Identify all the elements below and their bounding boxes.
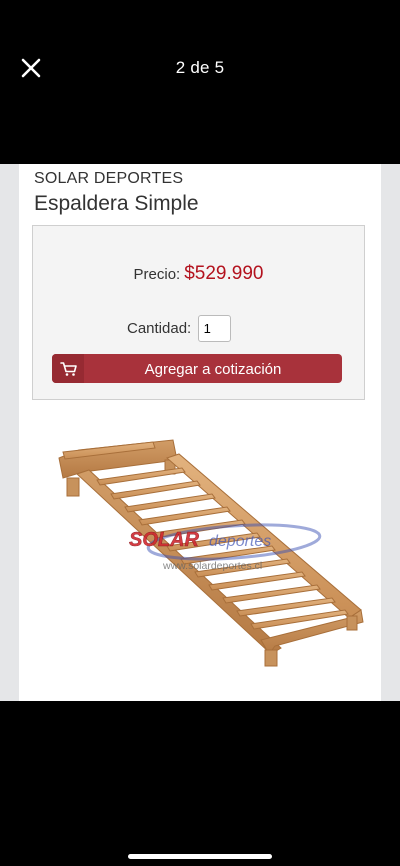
add-to-quote-button[interactable]: Agregar a cotización: [52, 354, 342, 383]
page-counter: 2 de 5: [175, 58, 225, 77]
price-label: Precio:: [133, 266, 181, 283]
price-row: Precio: $529.990: [33, 263, 364, 285]
cart-icon-container: [52, 354, 84, 383]
quantity-label: Cantidad:: [127, 320, 192, 337]
brand-name: SOLAR DEPORTES: [34, 170, 184, 187]
cart-icon: [60, 362, 77, 376]
price-value: $529.990: [184, 263, 264, 284]
add-to-quote-label: Agregar a cotización: [144, 361, 282, 378]
product-image: SOLAR deportes www.solardeportes.cl: [49, 432, 369, 672]
product-card: SOLAR DEPORTES Espaldera Simple Precio: $…: [19, 164, 381, 701]
watermark-url: www.solardeportes.cl: [162, 560, 262, 572]
quantity-row: Cantidad:: [127, 315, 231, 342]
watermark-brand: SOLAR: [129, 529, 200, 551]
top-bar: 2 de 5: [0, 0, 400, 164]
bottom-area: [0, 701, 400, 866]
watermark-sub: deportes: [209, 533, 271, 550]
quantity-input[interactable]: [197, 315, 231, 342]
page-content: SOLAR DEPORTES Espaldera Simple Precio: $…: [0, 164, 400, 701]
product-title: Espaldera Simple: [34, 192, 199, 215]
home-indicator[interactable]: [128, 854, 272, 859]
price-box: Precio:$529.990 Cantidad: Agregar a coti…: [32, 225, 365, 400]
